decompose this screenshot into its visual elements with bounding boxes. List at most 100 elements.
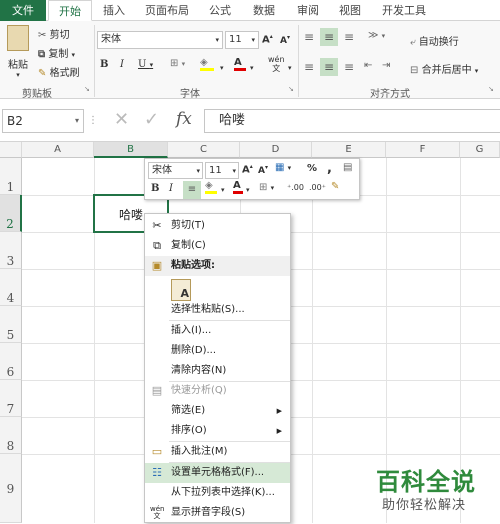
tab-insert[interactable]: 插入 xyxy=(94,0,134,21)
chevron-down-icon[interactable]: ▾ xyxy=(221,186,225,194)
increase-decimal-icon[interactable]: ⁺.00 xyxy=(287,183,304,192)
bold-icon[interactable]: B xyxy=(151,183,159,194)
align-top-icon[interactable]: ≡ xyxy=(304,30,314,44)
font-size-box[interactable]: 11 ▾ xyxy=(225,31,259,49)
shrink-font-icon[interactable]: A▾ xyxy=(280,34,290,46)
row-header[interactable]: 6 xyxy=(0,343,22,380)
row-header[interactable]: 3 xyxy=(0,232,22,269)
row-header[interactable]: 5 xyxy=(0,306,22,343)
font-color-icon[interactable]: A xyxy=(233,180,243,194)
bold-icon[interactable]: B xyxy=(100,59,108,70)
menu-item-sort[interactable]: 排序(O) ▶ xyxy=(145,421,290,441)
formula-input[interactable]: 哈喽 xyxy=(204,109,500,133)
tab-developer[interactable]: 开发工具 xyxy=(374,0,434,21)
menu-item-copy[interactable]: ⧉ 复制(C) xyxy=(145,236,290,256)
row-header[interactable]: 7 xyxy=(0,380,22,417)
row-header[interactable]: 9 xyxy=(0,454,22,523)
menu-item-cut[interactable]: ✂ 剪切(T) xyxy=(145,216,290,236)
tab-formulas[interactable]: 公式 xyxy=(200,0,240,21)
number-format-icon[interactable]: ▦ ▾ xyxy=(275,162,291,173)
cancel-icon[interactable]: ✕ xyxy=(114,109,129,130)
borders-icon[interactable]: ⊞ ▾ xyxy=(259,182,274,193)
chevron-down-icon[interactable]: ▾ xyxy=(220,64,224,72)
brush-icon[interactable]: ✎ xyxy=(331,181,339,192)
wrap-text-button[interactable]: ⤶ 自动换行 xyxy=(410,33,459,48)
comma-icon[interactable]: , xyxy=(327,161,332,176)
row-header[interactable]: 8 xyxy=(0,417,22,454)
scissors-icon: ✂ xyxy=(38,30,47,41)
increase-indent-icon[interactable]: ⇥ xyxy=(382,60,390,71)
menu-item-delete[interactable]: 删除(D)... xyxy=(145,341,290,361)
row-header[interactable]: 2 xyxy=(0,195,22,232)
percent-icon[interactable]: % xyxy=(307,163,317,174)
mini-font-name-box[interactable]: 宋体 ▾ xyxy=(148,162,203,179)
column-header[interactable]: G xyxy=(460,142,500,158)
grow-font-icon[interactable]: A▴ xyxy=(242,163,253,175)
menu-item-phonetic[interactable]: wén 文显示拼音字段(S) xyxy=(145,503,290,523)
chevron-down-icon[interactable]: ▾ xyxy=(246,186,250,194)
confirm-icon[interactable]: ✓ xyxy=(144,109,159,130)
menu-item-filter[interactable]: 筛选(E) ▶ xyxy=(145,401,290,421)
select-all-corner[interactable] xyxy=(0,142,22,158)
cut-button[interactable]: ✂ 剪切 xyxy=(38,26,70,41)
column-header[interactable]: B xyxy=(94,142,168,158)
align-center-icon[interactable]: ≡ xyxy=(320,58,338,76)
column-header[interactable]: C xyxy=(168,142,240,158)
tab-home[interactable]: 开始 xyxy=(48,0,92,21)
italic-icon[interactable]: I xyxy=(169,183,173,194)
menu-item-format-cells[interactable]: ☷ 设置单元格格式(F)... xyxy=(145,463,290,483)
paste-clipboard-icon[interactable]: A xyxy=(171,279,191,301)
align-left-icon[interactable]: ≡ xyxy=(304,60,314,74)
format-painter-button[interactable]: ✎ 格式刷 xyxy=(38,64,80,79)
dialog-launcher-icon[interactable]: ↘ xyxy=(84,85,90,93)
font-color-icon[interactable]: A xyxy=(234,57,246,71)
name-box-value: B2 xyxy=(7,114,23,128)
chevron-down-icon[interactable]: ▾ xyxy=(250,64,254,72)
grow-font-icon[interactable]: A▴ xyxy=(262,33,273,45)
column-header[interactable]: A xyxy=(22,142,94,158)
column-header[interactable]: F xyxy=(386,142,460,158)
phonetic-icon[interactable]: wén 文 xyxy=(268,55,285,73)
paste-button[interactable]: 粘贴 ▾ xyxy=(4,25,32,79)
quick-analysis-icon: ▤ xyxy=(151,384,163,397)
mini-toolbar: 宋体 ▾ 11 ▾ A▴ A▾ ▦ ▾ % , ▤ B I ≡ ◈ ▾ A ▾ ⊞ … xyxy=(144,158,360,200)
column-header[interactable]: E xyxy=(312,142,386,158)
align-middle-icon[interactable]: ≡ xyxy=(320,28,338,46)
shrink-font-icon[interactable]: A▾ xyxy=(258,164,268,176)
name-box[interactable]: B2 ▾ xyxy=(2,109,84,133)
dialog-launcher-icon[interactable]: ↘ xyxy=(288,85,294,93)
borders-icon[interactable]: ⊞ ▾ xyxy=(170,58,185,69)
fill-color-icon[interactable]: ◈ xyxy=(200,57,214,71)
tab-review[interactable]: 审阅 xyxy=(288,0,328,21)
format-table-icon[interactable]: ▤ xyxy=(343,162,352,173)
italic-icon[interactable]: I xyxy=(120,59,124,70)
tab-data[interactable]: 数据 xyxy=(244,0,284,21)
fill-color-icon[interactable]: ◈ xyxy=(205,180,217,194)
align-right-icon[interactable]: ≡ xyxy=(344,60,354,74)
chevron-down-icon[interactable]: ▾ xyxy=(288,64,292,72)
align-bottom-icon[interactable]: ≡ xyxy=(344,30,354,44)
menu-item-label: 设置单元格格式(F)... xyxy=(171,467,265,478)
column-header[interactable]: D xyxy=(240,142,312,158)
menu-item-insert-comment[interactable]: ▭ 插入批注(M) xyxy=(145,442,290,462)
orientation-icon[interactable]: ≫ ▾ xyxy=(368,30,385,41)
copy-button[interactable]: ⧉ 复制 ▾ xyxy=(38,45,75,60)
underline-icon[interactable]: U ▾ xyxy=(138,59,153,70)
dialog-launcher-icon[interactable]: ↘ xyxy=(488,85,494,93)
menu-item-pick-list[interactable]: 从下拉列表中选择(K)... xyxy=(145,483,290,503)
tab-file[interactable]: 文件 xyxy=(0,0,46,21)
tab-view[interactable]: 视图 xyxy=(330,0,370,21)
row-header[interactable]: 1 xyxy=(0,158,22,195)
align-center-icon[interactable]: ≡ xyxy=(183,181,201,199)
menu-item-paste-special[interactable]: 选择性粘贴(S)... xyxy=(145,300,290,320)
mini-font-size-box[interactable]: 11 ▾ xyxy=(205,162,239,179)
merge-center-button[interactable]: ⊟ 合并后居中 ▾ xyxy=(410,61,478,76)
menu-item-insert[interactable]: 插入(I)... xyxy=(145,321,290,341)
menu-item-clear[interactable]: 清除内容(N) xyxy=(145,361,290,381)
row-header[interactable]: 4 xyxy=(0,269,22,306)
tab-page-layout[interactable]: 页面布局 xyxy=(136,0,198,21)
decrease-indent-icon[interactable]: ⇤ xyxy=(364,60,372,71)
font-name-box[interactable]: 宋体 ▾ xyxy=(97,31,223,49)
decrease-decimal-icon[interactable]: .00⁺ xyxy=(309,183,326,192)
insert-function-icon[interactable]: fx xyxy=(176,109,192,129)
